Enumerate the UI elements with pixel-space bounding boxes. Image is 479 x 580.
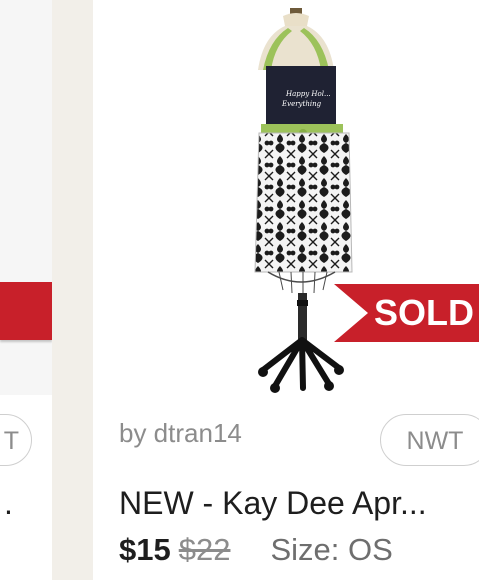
original-price: $22 [178,532,231,567]
sold-label: SOLD [374,292,475,333]
sold-ribbon: D [0,282,52,340]
condition-badge[interactable]: NWT [380,414,479,466]
svg-text:Happy Hol...: Happy Hol... [285,90,331,98]
listing-card[interactable]: Happy Hol... Everything SOLD by dtran14 [93,0,479,580]
svg-text:Everything: Everything [281,100,322,108]
current-price: $15 [119,532,171,567]
price-row: $15 $22 Size: OS [119,532,393,568]
size-label: Size: OS [270,532,393,567]
listing-title[interactable]: . [4,485,13,522]
card-gutter [52,0,93,580]
condition-badge[interactable]: T [0,414,32,466]
listing-card-partial[interactable]: D T . [0,0,52,580]
listing-title[interactable]: NEW - Kay Dee Apr... [119,485,427,522]
seller-username[interactable]: by dtran14 [119,418,242,449]
